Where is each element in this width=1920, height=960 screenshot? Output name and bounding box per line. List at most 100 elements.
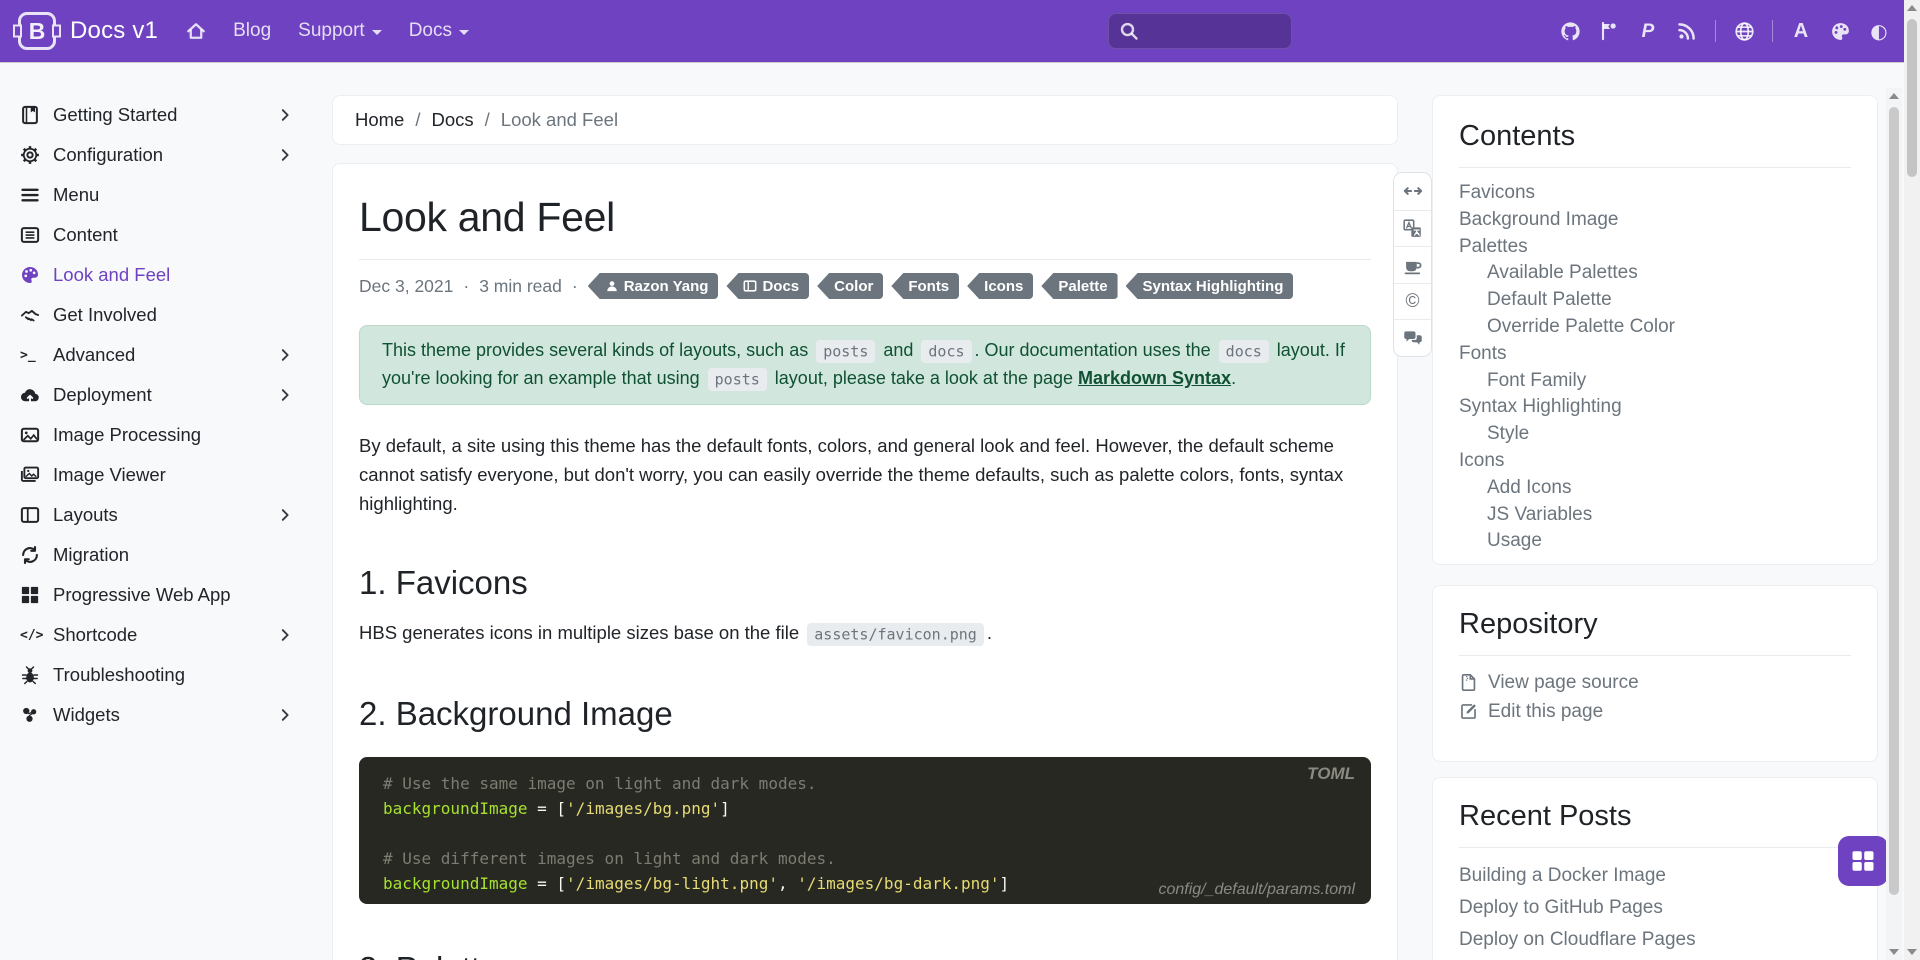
toc-link-palettes[interactable]: Palettes (1459, 234, 1851, 261)
github-icon[interactable] (1559, 20, 1581, 42)
recent-post-link[interactable]: Deploy to GitHub Pages (1459, 892, 1851, 924)
code-language-label: TOML (1307, 764, 1355, 784)
toc-link-usage[interactable]: Usage (1459, 528, 1851, 555)
inline-code: assets/favicon.png (807, 623, 984, 646)
caret-down-icon (459, 30, 469, 35)
tag-badge[interactable]: Palette (1041, 273, 1117, 299)
breadcrumb-docs-link[interactable]: Docs (432, 109, 474, 131)
tag-badge[interactable]: Fonts (891, 273, 959, 299)
inline-punc: [ (556, 874, 566, 893)
section-heading-favicons: 1. Favicons (359, 564, 1371, 602)
chevron-right-icon (278, 148, 292, 162)
inline-punc: ] (720, 799, 730, 818)
divider (1459, 655, 1851, 656)
scroll-down-arrow[interactable] (1889, 949, 1899, 955)
sidebar-item-troubleshooting[interactable]: Troubleshooting (16, 655, 296, 695)
inline-punc: , (778, 874, 797, 893)
sidebar-item-layouts[interactable]: Layouts (16, 495, 296, 535)
nav-docs-dropdown[interactable]: Docs (409, 20, 469, 42)
toc-link-fonts[interactable]: Fonts (1459, 341, 1851, 368)
scrollbar-thumb[interactable] (1907, 19, 1917, 177)
rss-icon[interactable] (1676, 20, 1698, 42)
author-badge[interactable]: Razon Yang (588, 273, 719, 299)
page-scrollbar (1904, 0, 1920, 960)
sidebar-item-configuration[interactable]: Configuration (16, 135, 296, 175)
comments-icon (1403, 328, 1423, 348)
divider (1715, 20, 1716, 42)
toc-link-js-variables[interactable]: JS Variables (1459, 502, 1851, 529)
breadcrumb-home-link[interactable]: Home (355, 109, 404, 131)
inline-code: posts (708, 368, 767, 391)
inline-link[interactable]: Markdown Syntax (1078, 368, 1231, 388)
recent-post-link[interactable]: Deploy on Cloudflare Pages (1459, 924, 1851, 956)
toc-link-favicons[interactable]: Favicons (1459, 180, 1851, 207)
scroll-down-arrow[interactable] (1907, 949, 1917, 955)
toc-link-available-palettes[interactable]: Available Palettes (1459, 260, 1851, 287)
sidebar-item-deployment[interactable]: Deployment (16, 375, 296, 415)
contrast-icon[interactable]: ◐ (1868, 20, 1890, 42)
recent-post-link[interactable]: Deploy to Netlify (1459, 956, 1851, 960)
width-toggle-icon (1403, 181, 1423, 201)
sidebar-item-shortcode[interactable]: </> Shortcode (16, 615, 296, 655)
sidebar-item-progressive-web-app[interactable]: Progressive Web App (16, 575, 296, 615)
gear-icon (20, 145, 40, 165)
sidebar-item-content[interactable]: Content (16, 215, 296, 255)
search-box[interactable] (1108, 13, 1292, 49)
tag-badge[interactable]: Icons (967, 273, 1033, 299)
toc-link-override-palette-color[interactable]: Override Palette Color (1459, 314, 1851, 341)
chevron-right-icon (278, 628, 292, 642)
nav-support-dropdown[interactable]: Support (298, 20, 382, 42)
toc-link-icons[interactable]: Icons (1459, 448, 1851, 475)
inline-str: '/images/bg-dark.png' (797, 874, 999, 893)
category-badge[interactable]: Docs (726, 273, 809, 299)
chevron-right-icon (278, 348, 292, 362)
sidebar-item-widgets[interactable]: Widgets (16, 695, 296, 735)
menu-icon (20, 185, 40, 205)
view-page-source-link[interactable]: View page source (1459, 668, 1851, 697)
toc-link-syntax-highlighting[interactable]: Syntax Highlighting (1459, 394, 1851, 421)
nav-home-link[interactable] (186, 21, 206, 41)
copyright-button[interactable]: © (1394, 283, 1431, 320)
tag-badge[interactable]: Color (817, 273, 883, 299)
coffee-button[interactable] (1394, 246, 1431, 283)
toc-link-default-palette[interactable]: Default Palette (1459, 287, 1851, 314)
scroll-up-arrow[interactable] (1907, 5, 1917, 11)
sidebar-item-look-and-feel[interactable]: Look and Feel (16, 255, 296, 295)
scroll-up-arrow[interactable] (1889, 93, 1899, 99)
divider (1459, 847, 1851, 848)
info-alert: This theme provides several kinds of lay… (359, 325, 1371, 405)
toc-link-font-family[interactable]: Font Family (1459, 368, 1851, 395)
toc-link-add-icons[interactable]: Add Icons (1459, 475, 1851, 502)
sidebar-item-getting-started[interactable]: Getting Started (16, 95, 296, 135)
toc-link-background-image[interactable]: Background Image (1459, 207, 1851, 234)
brand-logo-icon: B (18, 12, 56, 50)
scrollbar-thumb[interactable] (1889, 107, 1899, 895)
sidebar-item-advanced[interactable]: >_ Advanced (16, 335, 296, 375)
paypal-icon[interactable]: P (1637, 20, 1659, 42)
sidebar-item-image-viewer[interactable]: Image Viewer (16, 455, 296, 495)
inline-prop: backgroundImage (383, 874, 528, 893)
comments-button[interactable] (1394, 319, 1431, 356)
edit-this-page-link[interactable]: Edit this page (1459, 697, 1851, 726)
palette-icon[interactable] (1829, 20, 1851, 42)
sidebar-item-get-involved[interactable]: Get Involved (16, 295, 296, 335)
sidebar-item-menu[interactable]: Menu (16, 175, 296, 215)
inline-code: docs (1219, 340, 1269, 363)
tag-badge[interactable]: Syntax Highlighting (1126, 273, 1294, 299)
toc-link-style[interactable]: Style (1459, 421, 1851, 448)
chevron-right-icon (278, 388, 292, 402)
translate-button[interactable] (1394, 210, 1431, 247)
brand-link[interactable]: B Docs v1 (18, 12, 158, 50)
recent-post-link[interactable]: Building a Docker Image (1459, 860, 1851, 892)
globe-icon[interactable] (1733, 20, 1755, 42)
search-input[interactable] (1147, 21, 1277, 41)
width-toggle-button[interactable] (1394, 173, 1431, 210)
font-size-icon[interactable]: A (1790, 20, 1812, 42)
sidebar-item-migration[interactable]: Migration (16, 535, 296, 575)
breadcrumb-separator: / (485, 109, 490, 131)
code-filename: config/_default/params.toml (1158, 881, 1355, 899)
widgets-fab-button[interactable] (1838, 836, 1888, 886)
sponsor-flag-icon[interactable] (1598, 20, 1620, 42)
sidebar-item-image-processing[interactable]: Image Processing (16, 415, 296, 455)
nav-blog-link[interactable]: Blog (233, 20, 271, 42)
